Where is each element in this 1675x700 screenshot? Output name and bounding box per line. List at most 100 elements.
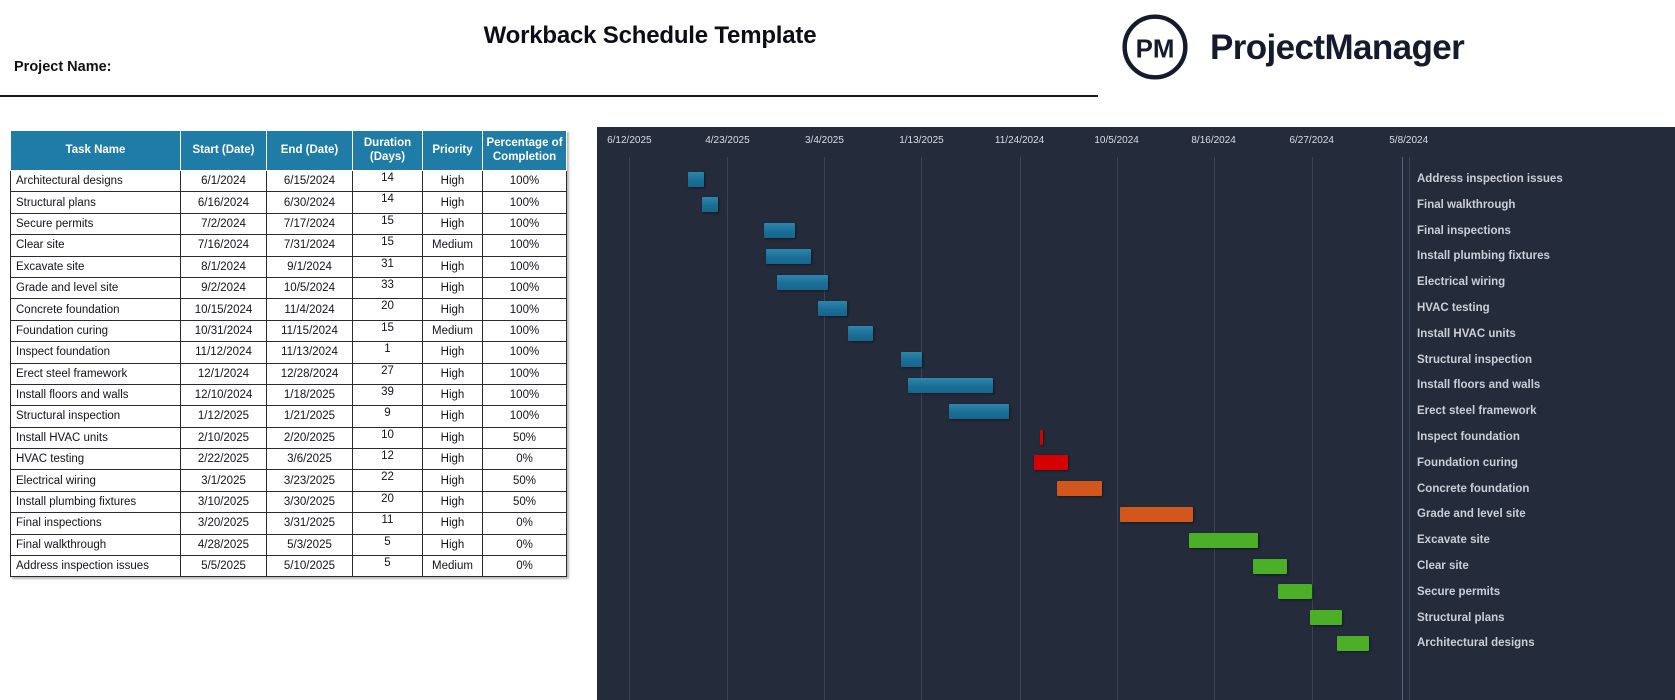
cell-dur[interactable]: 9 [352,405,423,428]
cell-pct[interactable]: 100% [482,362,567,385]
cell-pct[interactable]: 50% [482,469,567,492]
gantt-bar[interactable] [1057,481,1102,497]
cell-task[interactable]: Final inspections [10,512,181,535]
cell-prio[interactable]: High [422,341,483,364]
col-header-priority[interactable]: Priority [422,130,483,171]
cell-task[interactable]: Clear site [10,234,181,257]
cell-dur[interactable]: 15 [352,212,423,236]
cell-task[interactable]: Electrical wiring [10,469,181,492]
cell-end[interactable]: 1/21/2025 [266,405,353,428]
table-row[interactable]: Install floors and walls 12/10/2024 1/18/2… [10,383,567,407]
cell-task[interactable]: Final walkthrough [10,533,181,557]
table-row[interactable]: Install HVAC units 2/10/2025 2/20/2025 10 Hi… [10,426,567,450]
cell-start[interactable]: 7/2/2024 [180,212,267,236]
col-header-percentage[interactable]: Percentage of Completion [482,130,567,171]
cell-end[interactable]: 5/3/2025 [266,533,353,557]
table-row[interactable]: Erect steel framework 12/1/2024 12/28/2024… [10,362,567,385]
gantt-bar[interactable] [1278,584,1312,600]
gantt-bar[interactable] [1189,532,1258,548]
table-row[interactable]: Address inspection issues 5/5/2025 5/10/20… [10,555,567,578]
cell-pct[interactable]: 100% [482,276,567,300]
cell-task[interactable]: Secure permits [10,212,181,236]
cell-start[interactable]: 8/1/2024 [180,255,267,278]
cell-dur[interactable]: 39 [352,383,423,407]
cell-pct[interactable]: 100% [482,169,567,193]
gantt-bar[interactable] [764,223,795,239]
cell-start[interactable]: 12/1/2024 [180,362,267,385]
gantt-bar[interactable] [766,248,811,264]
cell-task[interactable]: Grade and level site [10,276,181,300]
cell-dur[interactable]: 5 [352,555,423,578]
cell-start[interactable]: 9/2/2024 [180,276,267,300]
cell-end[interactable]: 3/23/2025 [266,469,353,492]
cell-task[interactable]: Erect steel framework [10,362,181,385]
cell-task[interactable]: Install floors and walls [10,383,181,407]
cell-pct[interactable]: 100% [482,405,567,428]
table-row[interactable]: HVAC testing 2/22/2025 3/6/2025 12 High 0% [10,448,567,471]
cell-dur[interactable]: 15 [352,319,423,343]
gantt-bar[interactable] [702,197,718,213]
cell-end[interactable]: 2/20/2025 [266,426,353,450]
cell-prio[interactable]: High [422,512,483,535]
cell-prio[interactable]: High [422,169,483,193]
cell-start[interactable]: 10/31/2024 [180,319,267,343]
gantt-bar[interactable] [1310,610,1342,626]
cell-dur[interactable]: 22 [352,469,423,492]
gantt-bar[interactable] [901,352,922,368]
gantt-bar[interactable] [777,274,828,290]
cell-end[interactable]: 3/6/2025 [266,448,353,471]
cell-task[interactable]: Concrete foundation [10,298,181,321]
cell-prio[interactable]: High [422,448,483,471]
cell-dur[interactable]: 5 [352,533,423,557]
gantt-bar[interactable] [908,377,993,393]
cell-task[interactable]: Architectural designs [10,169,181,193]
cell-pct[interactable]: 0% [482,512,567,535]
cell-pct[interactable]: 100% [482,191,567,214]
table-row[interactable]: Excavate site 8/1/2024 9/1/2024 31 High 100% [10,255,567,278]
table-row[interactable]: Concrete foundation 10/15/2024 11/4/2024 20… [10,298,567,321]
cell-dur[interactable]: 27 [352,362,423,385]
cell-end[interactable]: 3/31/2025 [266,512,353,535]
cell-task[interactable]: Excavate site [10,255,181,278]
cell-task[interactable]: Foundation curing [10,319,181,343]
cell-dur[interactable]: 20 [352,490,423,514]
cell-prio[interactable]: Medium [422,234,483,257]
cell-prio[interactable]: Medium [422,319,483,343]
cell-start[interactable]: 4/28/2025 [180,533,267,557]
cell-task[interactable]: Install HVAC units [10,426,181,450]
table-row[interactable]: Foundation curing 10/31/2024 11/15/2024 15 M… [10,319,567,343]
gantt-bar[interactable] [949,403,1009,419]
cell-dur[interactable]: 31 [352,255,423,278]
table-row[interactable]: Structural plans 6/16/2024 6/30/2024 14 High… [10,191,567,214]
gantt-bar[interactable] [1120,506,1193,522]
cell-prio[interactable]: High [422,255,483,278]
cell-end[interactable]: 11/13/2024 [266,341,353,364]
cell-dur[interactable]: 11 [352,512,423,535]
cell-task[interactable]: Install plumbing fixtures [10,490,181,514]
col-header-start-date[interactable]: Start (Date) [180,130,267,171]
cell-pct[interactable]: 0% [482,533,567,557]
cell-pct[interactable]: 100% [482,212,567,236]
cell-start[interactable]: 2/10/2025 [180,426,267,450]
gantt-bar[interactable] [1253,558,1287,574]
cell-task[interactable]: Structural plans [10,191,181,214]
cell-task[interactable]: Structural inspection [10,405,181,428]
cell-prio[interactable]: High [422,298,483,321]
cell-pct[interactable]: 0% [482,448,567,471]
gantt-bar[interactable] [1034,455,1068,471]
col-header-end-date[interactable]: End (Date) [266,130,353,171]
table-row[interactable]: Electrical wiring 3/1/2025 3/23/2025 22 High… [10,469,567,492]
col-header-task-name[interactable]: Task Name [10,130,181,171]
cell-end[interactable]: 6/30/2024 [266,191,353,214]
cell-prio[interactable]: High [422,191,483,214]
table-row[interactable]: Final inspections 3/20/2025 3/31/2025 11 Hig… [10,512,567,535]
cell-prio[interactable]: High [422,276,483,300]
cell-prio[interactable]: High [422,362,483,385]
gantt-bar[interactable] [1040,429,1043,445]
cell-pct[interactable]: 100% [482,298,567,321]
table-row[interactable]: Architectural designs 6/1/2024 6/15/2024 14… [10,169,567,193]
cell-prio[interactable]: High [422,533,483,557]
cell-prio[interactable]: Medium [422,555,483,578]
cell-pct[interactable]: 50% [482,490,567,514]
cell-start[interactable]: 2/22/2025 [180,448,267,471]
